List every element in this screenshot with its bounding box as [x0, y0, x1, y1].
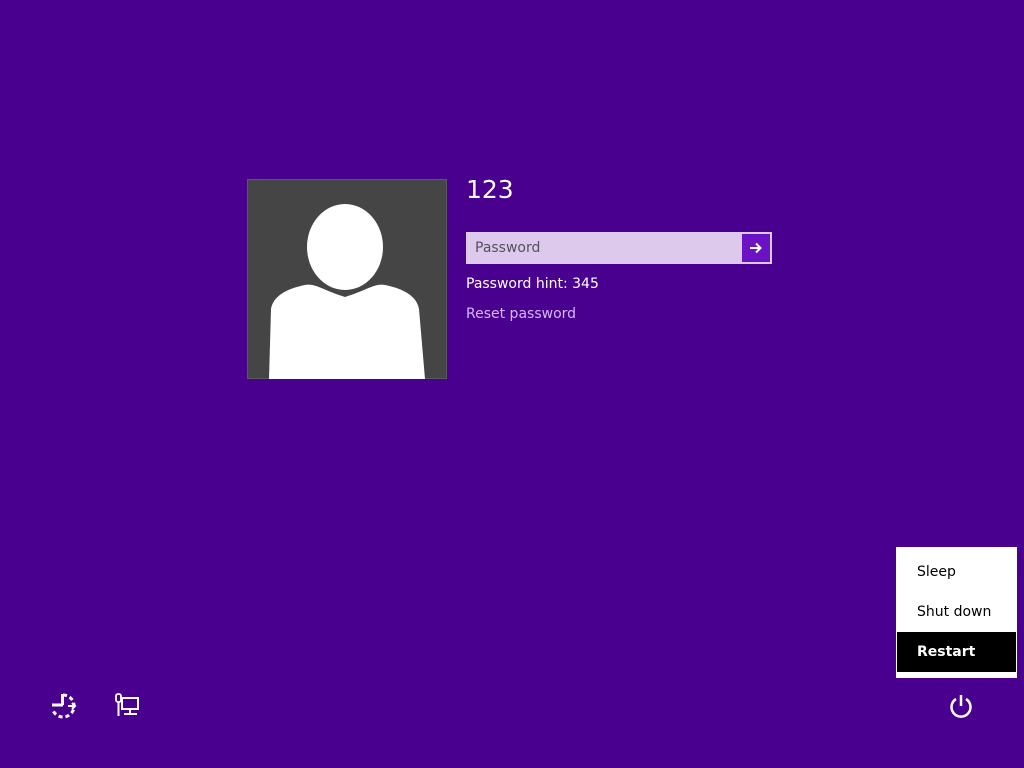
arrow-right-icon — [750, 242, 762, 254]
password-input[interactable] — [466, 232, 740, 264]
reset-password-link[interactable]: Reset password — [466, 306, 576, 322]
network-button[interactable] — [112, 691, 142, 721]
power-icon — [950, 695, 972, 718]
lock-screen: 123 Password hint: 345 Reset password Sl… — [0, 0, 1024, 768]
user-name: 123 — [466, 175, 514, 204]
network-icon — [115, 693, 139, 716]
password-field-group — [466, 232, 772, 264]
power-menu: Sleep Shut down Restart — [896, 547, 1017, 678]
user-avatar — [247, 179, 447, 379]
power-menu-item-sleep[interactable]: Sleep — [896, 552, 1017, 592]
ease-of-access-button[interactable] — [48, 691, 78, 721]
password-hint: Password hint: 345 — [466, 276, 599, 292]
power-menu-item-restart[interactable]: Restart — [897, 632, 1016, 672]
power-menu-item-shut-down[interactable]: Shut down — [896, 592, 1017, 632]
power-button[interactable] — [946, 691, 976, 721]
submit-button[interactable] — [740, 232, 772, 264]
user-silhouette-icon — [269, 204, 425, 379]
ease-of-access-icon — [51, 693, 77, 719]
